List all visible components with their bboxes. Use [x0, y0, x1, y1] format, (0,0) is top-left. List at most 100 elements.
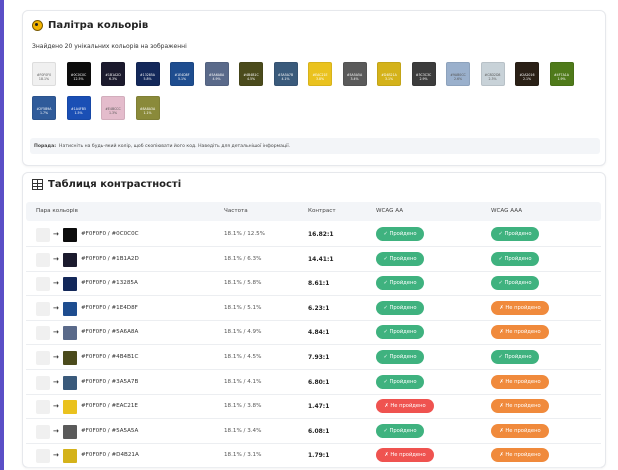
background-color-chip[interactable]: [36, 424, 50, 439]
color-swatch[interactable]: #3A5A7B 4.1%: [273, 62, 298, 86]
color-swatch[interactable]: #5A6A8A 4.9%: [204, 62, 229, 86]
left-accent-bar: [0, 0, 4, 470]
color-swatch[interactable]: #13285A 5.8%: [135, 62, 160, 86]
color-swatch[interactable]: #2A2016 2.1%: [515, 62, 539, 86]
tip-label: Порада:: [34, 143, 57, 149]
arrow-right-icon: →: [53, 451, 59, 460]
table-row: → #F0F0F0 / #4B4B1C 18.1% / 4.5% 7.93:1 ✓ Пр…: [26, 346, 601, 370]
color-swatch[interactable]: #2F5B9A 1.7%: [32, 96, 56, 120]
foreground-color-chip[interactable]: [63, 301, 77, 316]
frequency-value: 18.1% / 4.9%: [224, 329, 262, 336]
palette-subtitle: Знайдено 20 унікальних кольорів на зобра…: [32, 43, 187, 50]
background-color-chip[interactable]: [36, 400, 50, 415]
color-swatch[interactable]: #3C3C3C 2.9%: [411, 62, 436, 86]
contrast-ratio: 14.41:1: [308, 255, 334, 263]
swatch-percent: 2.1%: [522, 77, 532, 81]
table-row: → #F0F0F0 / #1B1A2D 18.1% / 6.3% 14.41:1 ✓ П…: [26, 248, 601, 272]
swatch-percent: 1.5%: [74, 111, 83, 115]
color-pair: #F0F0F0 / #1E4D8F: [81, 304, 138, 311]
contrast-ratio: 1.47:1: [308, 403, 330, 411]
background-color-chip[interactable]: [36, 375, 50, 390]
arrow-right-icon: →: [53, 426, 59, 435]
color-pair: #F0F0F0 / #0C0C0C: [81, 231, 139, 237]
wcag-aa-badge: ✓ Пройдено: [376, 276, 424, 291]
color-swatch[interactable]: #EAC21E 3.8%: [308, 62, 332, 86]
header-pair: Пара кольорів: [36, 208, 78, 214]
background-color-chip[interactable]: [36, 449, 50, 464]
swatch-percent: 2.9%: [419, 77, 428, 81]
swatch-percent: 3.4%: [350, 77, 359, 81]
color-swatch[interactable]: #9AB0CC 2.6%: [446, 62, 470, 86]
color-swatch[interactable]: #4B4B1C 4.5%: [239, 62, 263, 86]
frequency-value: 18.1% / 5.1%: [224, 304, 262, 311]
wcag-aa-badge: ✗ Не пройдено: [376, 448, 434, 463]
wcag-aaa-badge: ✗ Не пройдено: [491, 300, 549, 315]
color-pair: #F0F0F0 / #D4B21A: [81, 452, 139, 459]
swatch-percent: 5.8%: [143, 77, 152, 81]
color-swatch[interactable]: #8A8A3A 1.1%: [135, 96, 160, 120]
palette-title-text: Палітра кольорів: [48, 20, 149, 31]
color-swatch[interactable]: #1A4FB5 1.5%: [66, 96, 91, 120]
wcag-aa-badge: ✓ Пройдено: [376, 423, 424, 438]
color-swatch[interactable]: #1B1A2D 6.3%: [101, 62, 125, 86]
wcag-aaa-badge: ✗ Не пройдено: [491, 325, 549, 340]
swatch-percent: 12.5%: [73, 77, 84, 81]
wcag-aa-badge: ✓ Пройдено: [376, 374, 424, 389]
color-swatch[interactable]: #E4BCCC 1.3%: [101, 96, 125, 120]
color-swatch[interactable]: #4F7A1A 1.9%: [549, 62, 574, 86]
foreground-color-chip[interactable]: [63, 400, 77, 415]
header-contrast: Контраст: [308, 208, 336, 214]
table-row: → #F0F0F0 / #0C0C0C 18.1% / 12.5% 16.82:1 ✓ …: [26, 223, 601, 247]
color-swatch[interactable]: #D4B21A 3.1%: [377, 62, 401, 86]
color-pair: #F0F0F0 / #5A5A5A: [81, 427, 139, 434]
swatch-percent: 1.3%: [108, 111, 118, 115]
foreground-color-chip[interactable]: [63, 449, 77, 464]
color-swatch[interactable]: #0C0C0C 12.5%: [66, 62, 91, 86]
foreground-color-chip[interactable]: [63, 375, 77, 390]
color-pair: #F0F0F0 / #3A5A7B: [81, 378, 139, 385]
frequency-value: 18.1% / 6.3%: [224, 255, 262, 262]
contrast-title: Таблиця контрастності: [32, 179, 181, 190]
swatch-percent: 1.7%: [39, 111, 49, 115]
background-color-chip[interactable]: [36, 351, 50, 365]
table-icon: [32, 179, 43, 190]
foreground-color-chip[interactable]: [63, 252, 77, 267]
background-color-chip[interactable]: [36, 326, 50, 341]
wcag-aaa-badge: ✗ Не пройдено: [491, 399, 549, 414]
color-pair: #F0F0F0 / #13285A: [81, 280, 138, 287]
table-header: Пара кольорів Частота Контраст WCAG AA W…: [26, 202, 601, 221]
background-color-chip[interactable]: [36, 277, 50, 292]
background-color-chip[interactable]: [36, 228, 50, 242]
contrast-card: Таблиця контрастності Пара кольорів Част…: [22, 172, 606, 469]
color-swatch[interactable]: #5A5A5A 3.4%: [342, 62, 367, 86]
color-pair: #F0F0F0 / #1B1A2D: [81, 255, 139, 262]
arrow-right-icon: →: [53, 377, 59, 386]
color-swatch[interactable]: #1E4D8F 5.1%: [170, 62, 194, 86]
color-swatch[interactable]: #C8D2D8 2.3%: [480, 62, 505, 86]
swatch-percent: 1.9%: [557, 77, 566, 81]
header-frequency: Частота: [224, 208, 248, 214]
contrast-title-text: Таблиця контрастності: [48, 179, 182, 190]
color-swatch[interactable]: #F0F0F0 18.1%: [32, 62, 56, 86]
color-pair: #F0F0F0 / #EAC21E: [81, 403, 138, 410]
frequency-value: 18.1% / 3.4%: [224, 427, 262, 434]
wcag-aaa-badge: ✗ Не пройдено: [491, 374, 549, 389]
foreground-color-chip[interactable]: [63, 326, 77, 341]
foreground-color-chip[interactable]: [63, 424, 77, 439]
contrast-ratio: 7.93:1: [308, 354, 330, 361]
background-color-chip[interactable]: [36, 252, 50, 267]
contrast-ratio: 4.84:1: [308, 329, 330, 337]
table-row: → #F0F0F0 / #3A5A7B 18.1% / 4.1% 6.80:1 ✓ Пр…: [26, 371, 601, 395]
swatch-percent: 4.5%: [246, 77, 256, 81]
foreground-color-chip[interactable]: [63, 277, 77, 292]
swatch-percent: 4.9%: [212, 77, 221, 81]
background-color-chip[interactable]: [36, 301, 50, 316]
foreground-color-chip[interactable]: [63, 351, 77, 365]
arrow-right-icon: →: [53, 402, 59, 411]
wcag-aa-badge: ✗ Не пройдено: [376, 399, 434, 414]
table-row: → #F0F0F0 / #D4B21A 18.1% / 3.1% 1.79:1 ✗ Не…: [26, 444, 601, 469]
foreground-color-chip[interactable]: [63, 228, 77, 242]
swatch-percent: 4.1%: [281, 77, 290, 81]
swatch-percent: 18.1%: [38, 77, 50, 81]
tip-bar: Порада: Натисніть на будь-який колір, що…: [30, 138, 600, 154]
